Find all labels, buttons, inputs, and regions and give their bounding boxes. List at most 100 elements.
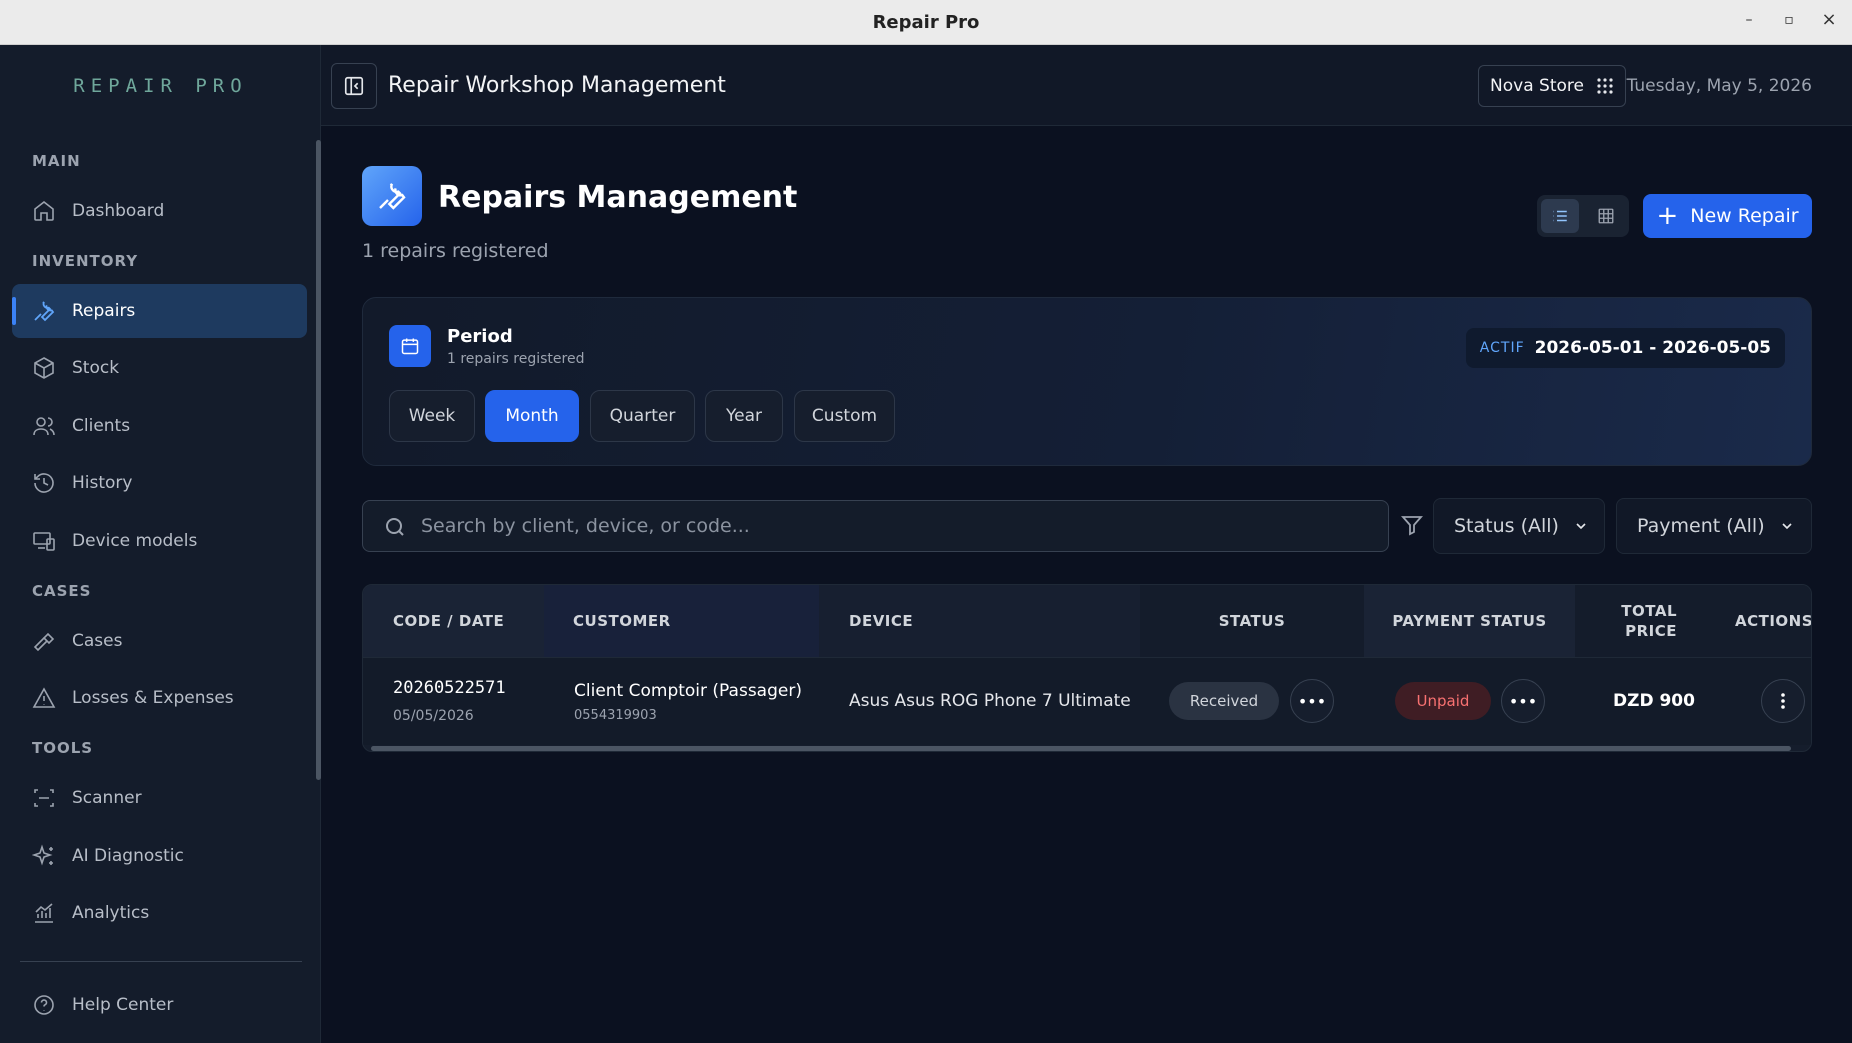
sidebar-item-label: Clients xyxy=(72,416,131,436)
list-icon xyxy=(1553,210,1567,222)
col-total-price-line2: PRICE xyxy=(1625,622,1677,640)
sidebar-item-label: Repairs xyxy=(72,301,136,321)
close-button[interactable]: × xyxy=(1819,9,1839,30)
col-customer[interactable]: CUSTOMER xyxy=(544,585,819,657)
total-price: DZD 900 xyxy=(1613,691,1695,711)
store-switcher-button[interactable]: Nova Store xyxy=(1478,65,1626,107)
payment-filter-value: Payment (All) xyxy=(1637,515,1765,537)
status-badge: Received xyxy=(1169,682,1279,720)
analytics-icon xyxy=(35,903,53,923)
sidebar-item-cases[interactable]: Cases xyxy=(12,614,307,668)
help-icon xyxy=(34,995,54,1015)
sidebar-item-scanner[interactable]: Scanner xyxy=(12,771,307,825)
page-subtitle: 1 repairs registered xyxy=(362,240,549,262)
page-icon xyxy=(362,166,422,226)
minimize-button[interactable]: – xyxy=(1739,12,1759,28)
section-main: MAIN xyxy=(32,152,81,170)
repair-code: 20260522571 xyxy=(393,678,506,698)
table-header: CODE / DATE CUSTOMER DEVICE STATUS PAYME… xyxy=(363,585,1811,657)
table-horizontal-scrollbar[interactable] xyxy=(371,746,1791,751)
status-menu-button[interactable]: ••• xyxy=(1290,679,1334,723)
col-total-price[interactable]: TOTAL PRICE xyxy=(1575,585,1705,657)
repairs-table: CODE / DATE CUSTOMER DEVICE STATUS PAYME… xyxy=(362,584,1812,752)
chevron-down-icon xyxy=(1576,523,1586,530)
page-title: Repairs Management xyxy=(438,180,798,215)
top-header: Repair Workshop Management Nova Store Tu… xyxy=(321,45,1852,126)
row-actions-button[interactable] xyxy=(1761,679,1805,723)
table-row[interactable]: 20260522571 05/05/2026 Client Comptoir (… xyxy=(363,657,1811,745)
panel-left-icon xyxy=(344,76,364,96)
active-range: ACTIF 2026-05-01 - 2026-05-05 xyxy=(1465,328,1785,368)
sidebar-item-ai-diagnostic[interactable]: AI Diagnostic xyxy=(12,829,307,883)
col-code-date[interactable]: CODE / DATE xyxy=(363,585,544,657)
sidebar-item-help-center[interactable]: Help Center xyxy=(12,978,307,1032)
period-custom-button[interactable]: Custom xyxy=(794,390,895,442)
col-status[interactable]: STATUS xyxy=(1140,585,1364,657)
search-box xyxy=(362,500,1389,552)
maximize-button[interactable]: ▫ xyxy=(1779,12,1799,28)
header-date: Tuesday, May 5, 2026 xyxy=(1626,76,1812,96)
list-view-button[interactable] xyxy=(1541,199,1579,233)
period-card: Period 1 repairs registered Week Month Q… xyxy=(362,297,1812,466)
sidebar-item-label: Losses & Expenses xyxy=(72,688,234,708)
devices-icon xyxy=(33,532,55,551)
sidebar-toggle-button[interactable] xyxy=(331,63,377,109)
app-logo: REPAIR PRO xyxy=(73,75,248,97)
sidebar: REPAIR PRO MAIN Dashboard INVENTORY Repa… xyxy=(0,45,321,1043)
warning-icon xyxy=(32,687,56,708)
period-month-button[interactable]: Month xyxy=(485,390,579,442)
new-repair-button[interactable]: + New Repair xyxy=(1643,194,1812,238)
col-actions: ACTIONS xyxy=(1705,585,1811,657)
sidebar-item-label: History xyxy=(72,473,133,493)
grid-view-button[interactable] xyxy=(1587,199,1625,233)
section-tools: TOOLS xyxy=(32,739,94,757)
payment-menu-button[interactable]: ••• xyxy=(1501,679,1545,723)
hammer-icon xyxy=(33,632,55,652)
sidebar-item-label: Scanner xyxy=(72,788,142,808)
range-dates: 2026-05-01 - 2026-05-05 xyxy=(1534,338,1771,358)
header-title: Repair Workshop Management xyxy=(388,73,726,98)
customer-name: Client Comptoir (Passager) xyxy=(574,681,802,701)
wrench-icon xyxy=(379,183,406,210)
sidebar-item-stock[interactable]: Stock xyxy=(12,341,307,395)
package-icon xyxy=(34,357,54,379)
sidebar-item-analytics[interactable]: Analytics xyxy=(12,886,307,940)
col-total-price-line1: TOTAL xyxy=(1621,602,1677,620)
section-inventory: INVENTORY xyxy=(32,252,139,270)
sidebar-item-history[interactable]: History xyxy=(12,456,307,510)
calendar-icon xyxy=(389,325,431,367)
store-name: Nova Store xyxy=(1490,76,1584,96)
col-device[interactable]: DEVICE xyxy=(819,585,1140,657)
sidebar-item-label: Help Center xyxy=(72,995,174,1015)
period-quarter-button[interactable]: Quarter xyxy=(590,390,695,442)
sidebar-divider xyxy=(20,961,302,962)
sidebar-item-device-models[interactable]: Device models xyxy=(12,514,307,568)
col-payment-status[interactable]: PAYMENT STATUS xyxy=(1364,585,1575,657)
period-year-button[interactable]: Year xyxy=(705,390,783,442)
status-filter-value: Status (All) xyxy=(1454,515,1559,537)
sparkles-icon xyxy=(32,844,53,866)
sidebar-item-losses-expenses[interactable]: Losses & Expenses xyxy=(12,671,307,725)
sidebar-item-label: AI Diagnostic xyxy=(72,846,184,866)
sidebar-item-repairs[interactable]: Repairs xyxy=(12,284,307,338)
grid-icon xyxy=(1598,208,1614,224)
device-name: Asus Asus ROG Phone 7 Ultimate xyxy=(849,691,1131,711)
window-titlebar: Repair Pro – ▫ × xyxy=(0,0,1852,45)
home-icon xyxy=(34,200,54,221)
grid-dots-icon xyxy=(1597,78,1613,94)
sidebar-item-label: Cases xyxy=(72,631,123,651)
filter-icon[interactable] xyxy=(1400,513,1424,537)
sidebar-item-clients[interactable]: Clients xyxy=(12,399,307,453)
plus-icon: + xyxy=(1656,201,1679,231)
chevron-down-icon xyxy=(1782,523,1792,530)
search-input[interactable] xyxy=(421,501,1361,551)
period-week-button[interactable]: Week xyxy=(389,390,475,442)
window-title: Repair Pro xyxy=(872,12,980,33)
more-horizontal-icon: ••• xyxy=(1508,691,1538,711)
payment-filter-select[interactable]: Payment (All) xyxy=(1616,498,1812,554)
status-filter-select[interactable]: Status (All) xyxy=(1433,498,1605,554)
sidebar-item-dashboard[interactable]: Dashboard xyxy=(12,184,307,238)
users-icon xyxy=(33,417,55,436)
sidebar-scrollbar[interactable] xyxy=(316,140,321,780)
new-repair-label: New Repair xyxy=(1690,205,1799,227)
